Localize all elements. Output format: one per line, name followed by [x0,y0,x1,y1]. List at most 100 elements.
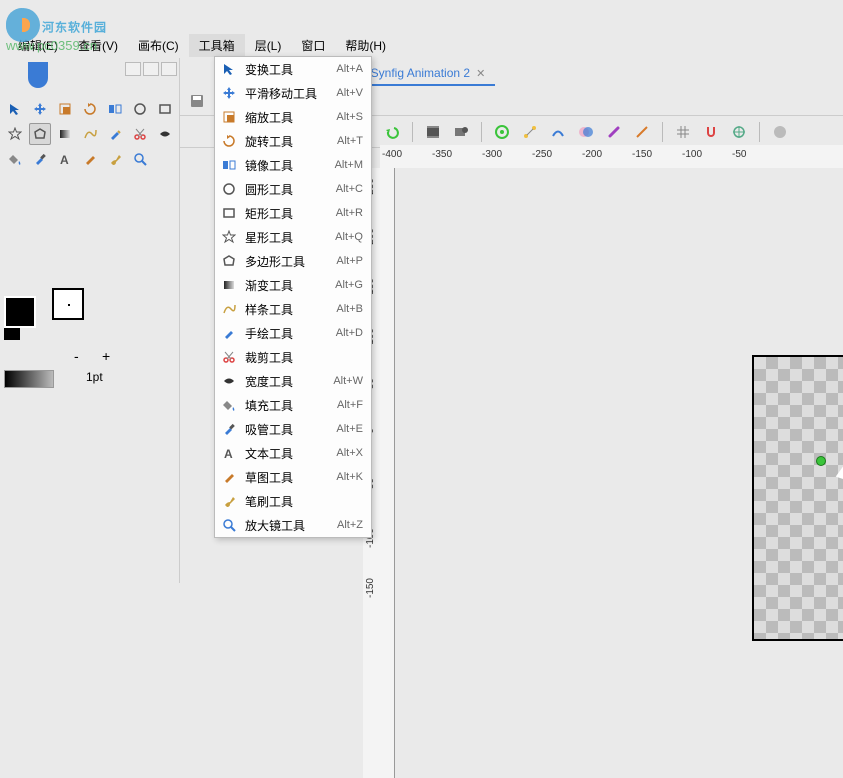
menu-item-shortcut: Alt+M [335,159,363,171]
menu-item-draw[interactable]: 手绘工具Alt+D [215,321,371,345]
grid-icon[interactable] [671,120,695,144]
menu-item-star[interactable]: 星形工具Alt+Q [215,225,371,249]
panel-tab-1[interactable] [125,62,141,76]
tool-cut[interactable] [129,123,151,145]
bg-color[interactable] [52,288,84,320]
menu-item-cut[interactable]: 裁剪工具 [215,345,371,369]
ruler-horizontal: -400 -350 -300 -250 -200 -150 -100 -50 [380,145,843,169]
rotate-icon [221,133,237,149]
tool-gradient[interactable] [54,123,76,145]
tool-rotate[interactable] [79,98,101,120]
menu-item-shortcut: Alt+A [336,63,363,75]
render-icon[interactable] [449,120,473,144]
spline-icon [221,301,237,317]
menu-item-label: 吸管工具 [245,421,328,438]
menu-item-label: 放大镜工具 [245,517,329,534]
preview-icon[interactable] [490,120,514,144]
menu-item-shortcut: Alt+C [336,183,363,195]
menu-item-shortcut: Alt+X [336,447,363,459]
menu-item-shortcut: Alt+S [336,111,363,123]
menu-item-cursor[interactable]: 变换工具 Alt+A [215,57,371,81]
panel-tab-3[interactable] [161,62,177,76]
tool-circle[interactable] [129,98,151,120]
menu-item-sketch[interactable]: 草图工具Alt+K [215,465,371,489]
menu-item-circle[interactable]: 圆形工具Alt+C [215,177,371,201]
menu-item-eyedrop[interactable]: 吸管工具Alt+E [215,417,371,441]
menu-item-grad[interactable]: 渐变工具 Alt+G [215,273,371,297]
tool-star[interactable] [4,123,26,145]
close-tab-icon[interactable]: ✕ [476,67,485,80]
menu-item-width[interactable]: 宽度工具Alt+W [215,369,371,393]
increase-button[interactable]: + [102,348,110,364]
tool-mirror[interactable] [104,98,126,120]
cut-icon [221,349,237,365]
vertex-handle[interactable] [816,456,826,466]
tool-text[interactable]: A [54,148,76,170]
menu-item-shortcut: Alt+G [335,279,363,291]
tool-scale[interactable] [54,98,76,120]
menu-help[interactable]: 帮助(H) [335,34,396,57]
tool-fill[interactable] [4,148,26,170]
gradient-preview[interactable] [4,370,54,388]
cursor-icon [221,61,237,77]
tool-smooth-move[interactable] [29,98,51,120]
tool-draw[interactable] [104,123,126,145]
menu-item-rotate[interactable]: 旋转工具Alt+T [215,129,371,153]
save-icon[interactable] [186,90,208,112]
star-icon [221,229,237,245]
decrease-button[interactable]: - [74,348,79,364]
menu-item-label: 平滑移动工具 [245,85,328,102]
menu-item-text[interactable]: A文本工具Alt+X [215,441,371,465]
node-icon[interactable] [518,120,542,144]
tool-brush[interactable] [104,148,126,170]
menu-item-rect[interactable]: 矩形工具Alt+R [215,201,371,225]
menu-item-zoom[interactable]: 放大镜工具Alt+Z [215,513,371,537]
tool-rect[interactable] [154,98,176,120]
tool-spline[interactable] [79,123,101,145]
film-icon[interactable] [421,120,445,144]
circle-icon [221,181,237,197]
tool-sketch[interactable] [79,148,101,170]
menu-item-label: 渐变工具 [245,277,327,294]
menu-item-shortcut: Alt+P [336,255,363,267]
canvas[interactable] [395,168,843,583]
menu-item-brush[interactable]: 笔刷工具 [215,489,371,513]
menu-item-label: 裁剪工具 [245,349,355,366]
bone-icon[interactable] [602,120,626,144]
tool-width[interactable] [154,123,176,145]
menu-item-spline[interactable]: 样条工具Alt+B [215,297,371,321]
menu-item-label: 宽度工具 [245,373,325,390]
menu-item-label: 变换工具 [245,61,328,78]
menu-toolbox[interactable]: 工具箱 [189,34,245,57]
menu-item-poly[interactable]: 多边形工具Alt+P [215,249,371,273]
menu-item-label: 缩放工具 [245,109,328,126]
tool-polygon[interactable] [29,123,51,145]
menu-item-move[interactable]: 平滑移动工具Alt+V [215,81,371,105]
fill-icon [221,397,237,413]
metadata-icon[interactable] [768,120,792,144]
sketch-icon [221,469,237,485]
menu-item-scale[interactable]: 缩放工具 Alt+S [215,105,371,129]
tool-zoom[interactable] [129,148,151,170]
tool-transform[interactable] [4,98,26,120]
menu-item-mirror[interactable]: 镜像工具 Alt+M [215,153,371,177]
snap-icon[interactable] [699,120,723,144]
menu-item-label: 镜像工具 [245,157,327,174]
brush-icon [221,493,237,509]
menu-item-label: 手绘工具 [245,325,328,342]
menu-window[interactable]: 窗口 [291,34,335,57]
menu-item-fill[interactable]: 填充工具Alt+F [215,393,371,417]
onion-icon[interactable] [574,120,598,144]
panel-tab-2[interactable] [143,62,159,76]
tool-eyedrop[interactable] [29,148,51,170]
handle-icon[interactable] [630,120,654,144]
undo-icon[interactable] [380,120,404,144]
fg-color[interactable] [4,296,36,328]
path-icon[interactable] [546,120,570,144]
eyedrop-icon [221,421,237,437]
menu-item-label: 笔刷工具 [245,493,355,510]
guides-icon[interactable] [727,120,751,144]
menu-layer[interactable]: 层(L) [245,34,292,57]
svg-text:A: A [224,447,233,460]
menu-canvas[interactable]: 画布(C) [128,34,189,57]
